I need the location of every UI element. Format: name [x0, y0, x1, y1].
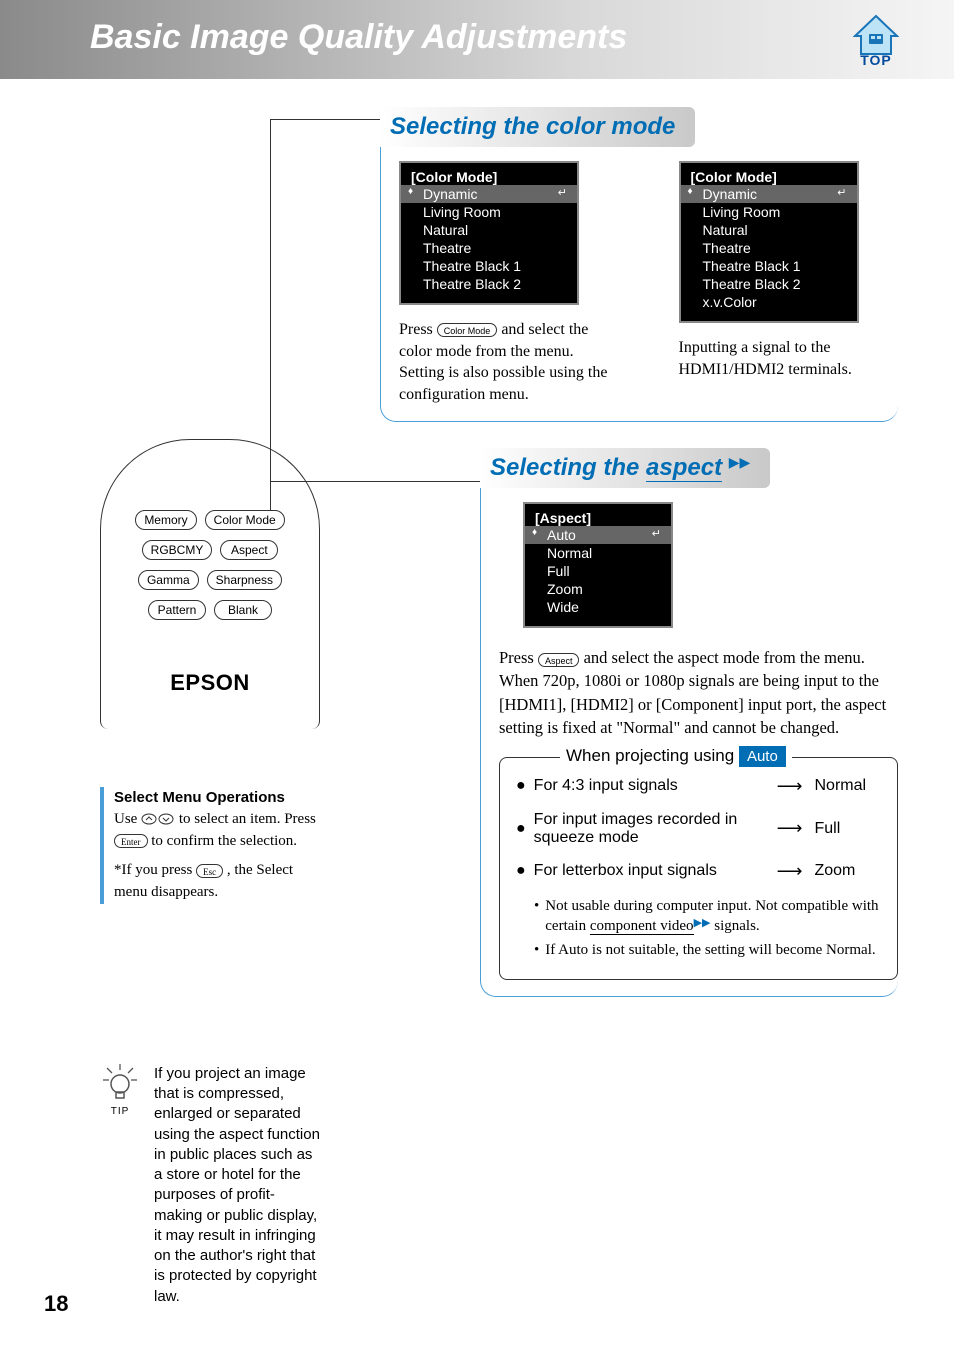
colormode-menu-1: [Color Mode] Dynamic↵ Living Room Natura…	[399, 161, 579, 305]
auto-row-result: Full	[814, 820, 840, 838]
auto-row-result: Zoom	[814, 862, 855, 880]
auto-legend-text: When projecting using	[566, 746, 739, 765]
colormode-menu-2: [Color Mode] Dynamic↵ Living Room Natura…	[679, 161, 859, 323]
section-heading-colormode: Selecting the color mode	[390, 113, 675, 140]
ops-text: to confirm the selection.	[151, 833, 297, 849]
menu-item: Theatre Black 1	[401, 257, 577, 275]
forward-icon: ▶▶	[729, 454, 751, 470]
auto-projection-box: When projecting using Auto ● For 4:3 inp…	[499, 757, 898, 980]
tip-icon: TIP	[100, 1064, 140, 1117]
aspect-key-icon: Aspect	[538, 653, 580, 667]
tip-label: TIP	[100, 1106, 140, 1117]
menu-item: Auto	[547, 527, 576, 543]
component-video-link[interactable]: component video	[590, 918, 694, 935]
auto-row-label: For input images recorded in squeeze mod…	[534, 811, 769, 847]
remote-btn-blank: Blank	[214, 600, 272, 620]
menu-item: Natural	[681, 221, 857, 239]
menu-item: Theatre	[681, 239, 857, 257]
aspect-link[interactable]: aspect	[646, 454, 722, 482]
enter-key-icon: Enter	[114, 834, 148, 848]
menu-item: Dynamic	[703, 186, 757, 202]
menu-item: x.v.Color	[681, 293, 857, 311]
bullet-icon: •	[534, 896, 539, 937]
aspect-menu: [Aspect] Auto↵ Normal Full Zoom Wide	[523, 502, 673, 628]
menu-item: Living Room	[401, 203, 577, 221]
forward-icon: ▶▶	[694, 917, 711, 929]
menu-item: Theatre	[401, 239, 577, 257]
menu-item: Living Room	[681, 203, 857, 221]
arrow-icon: ⟶	[777, 861, 803, 882]
remote-btn-memory: Memory	[135, 510, 196, 530]
bullet-icon: ●	[516, 862, 526, 880]
menu-title: [Color Mode]	[681, 169, 857, 185]
remote-btn-colormode: Color Mode	[205, 510, 285, 530]
updown-icon	[141, 811, 179, 827]
auto-row-label: For 4:3 input signals	[534, 777, 769, 795]
select-ops-title: Select Menu Operations	[114, 787, 320, 809]
remote-btn-sharpness: Sharpness	[207, 570, 282, 590]
menu-item: Dynamic	[423, 186, 477, 202]
aspect-text: Press Aspect and select the aspect mode …	[499, 646, 898, 738]
remote-diagram: Memory Color Mode RGBCMY Aspect Gamma Sh…	[100, 439, 320, 729]
brand-logo: EPSON	[101, 670, 319, 696]
auto-pill: Auto	[739, 746, 786, 767]
page-number: 18	[44, 1291, 68, 1317]
menu-item: Natural	[401, 221, 577, 239]
auto-row-label: For letterbox input signals	[534, 862, 769, 880]
menu-title: [Color Mode]	[401, 169, 577, 185]
ops-text: *If you press	[114, 862, 196, 878]
ops-text: Use	[114, 811, 141, 827]
auto-row-result: Normal	[814, 777, 866, 795]
ops-text: to select an item. Press	[179, 811, 316, 827]
page-title: Basic Image Quality Adjustments	[90, 18, 627, 56]
menu-item: Theatre Black 2	[681, 275, 857, 293]
top-nav-icon[interactable]: TOP	[848, 14, 904, 68]
menu-title: [Aspect]	[525, 510, 671, 526]
remote-btn-gamma: Gamma	[138, 570, 199, 590]
menu-item: Theatre Black 1	[681, 257, 857, 275]
bullet-icon: ●	[516, 777, 526, 795]
remote-btn-rgbcmy: RGBCMY	[142, 540, 213, 560]
bullet-icon: •	[534, 940, 539, 960]
select-menu-ops: Select Menu Operations Use to select an …	[100, 787, 320, 904]
menu-item: Theatre Black 2	[401, 275, 577, 293]
remote-btn-pattern: Pattern	[148, 600, 206, 620]
menu-item: Normal	[525, 544, 671, 562]
tip-text: If you project an image that is compress…	[154, 1064, 320, 1307]
bullet-icon: ●	[516, 820, 526, 838]
auto-note: If Auto is not suitable, the setting wil…	[545, 940, 875, 960]
colormode-caption-1: Press Color Mode and select the color mo…	[399, 319, 619, 405]
menu-item: Wide	[525, 598, 671, 616]
arrow-icon: ⟶	[777, 818, 803, 839]
section-heading-aspect: Selecting the aspect	[490, 454, 729, 482]
menu-item: Full	[525, 562, 671, 580]
menu-item: Zoom	[525, 580, 671, 598]
colormode-key-icon: Color Mode	[437, 323, 498, 337]
auto-note: Not usable during computer input. Not co…	[545, 896, 881, 937]
arrow-icon: ⟶	[777, 776, 803, 797]
colormode-caption-2: Inputting a signal to the HDMI1/HDMI2 te…	[679, 337, 899, 380]
top-label: TOP	[848, 52, 904, 68]
remote-btn-aspect: Aspect	[220, 540, 278, 560]
esc-key-icon: Esc	[196, 864, 223, 878]
